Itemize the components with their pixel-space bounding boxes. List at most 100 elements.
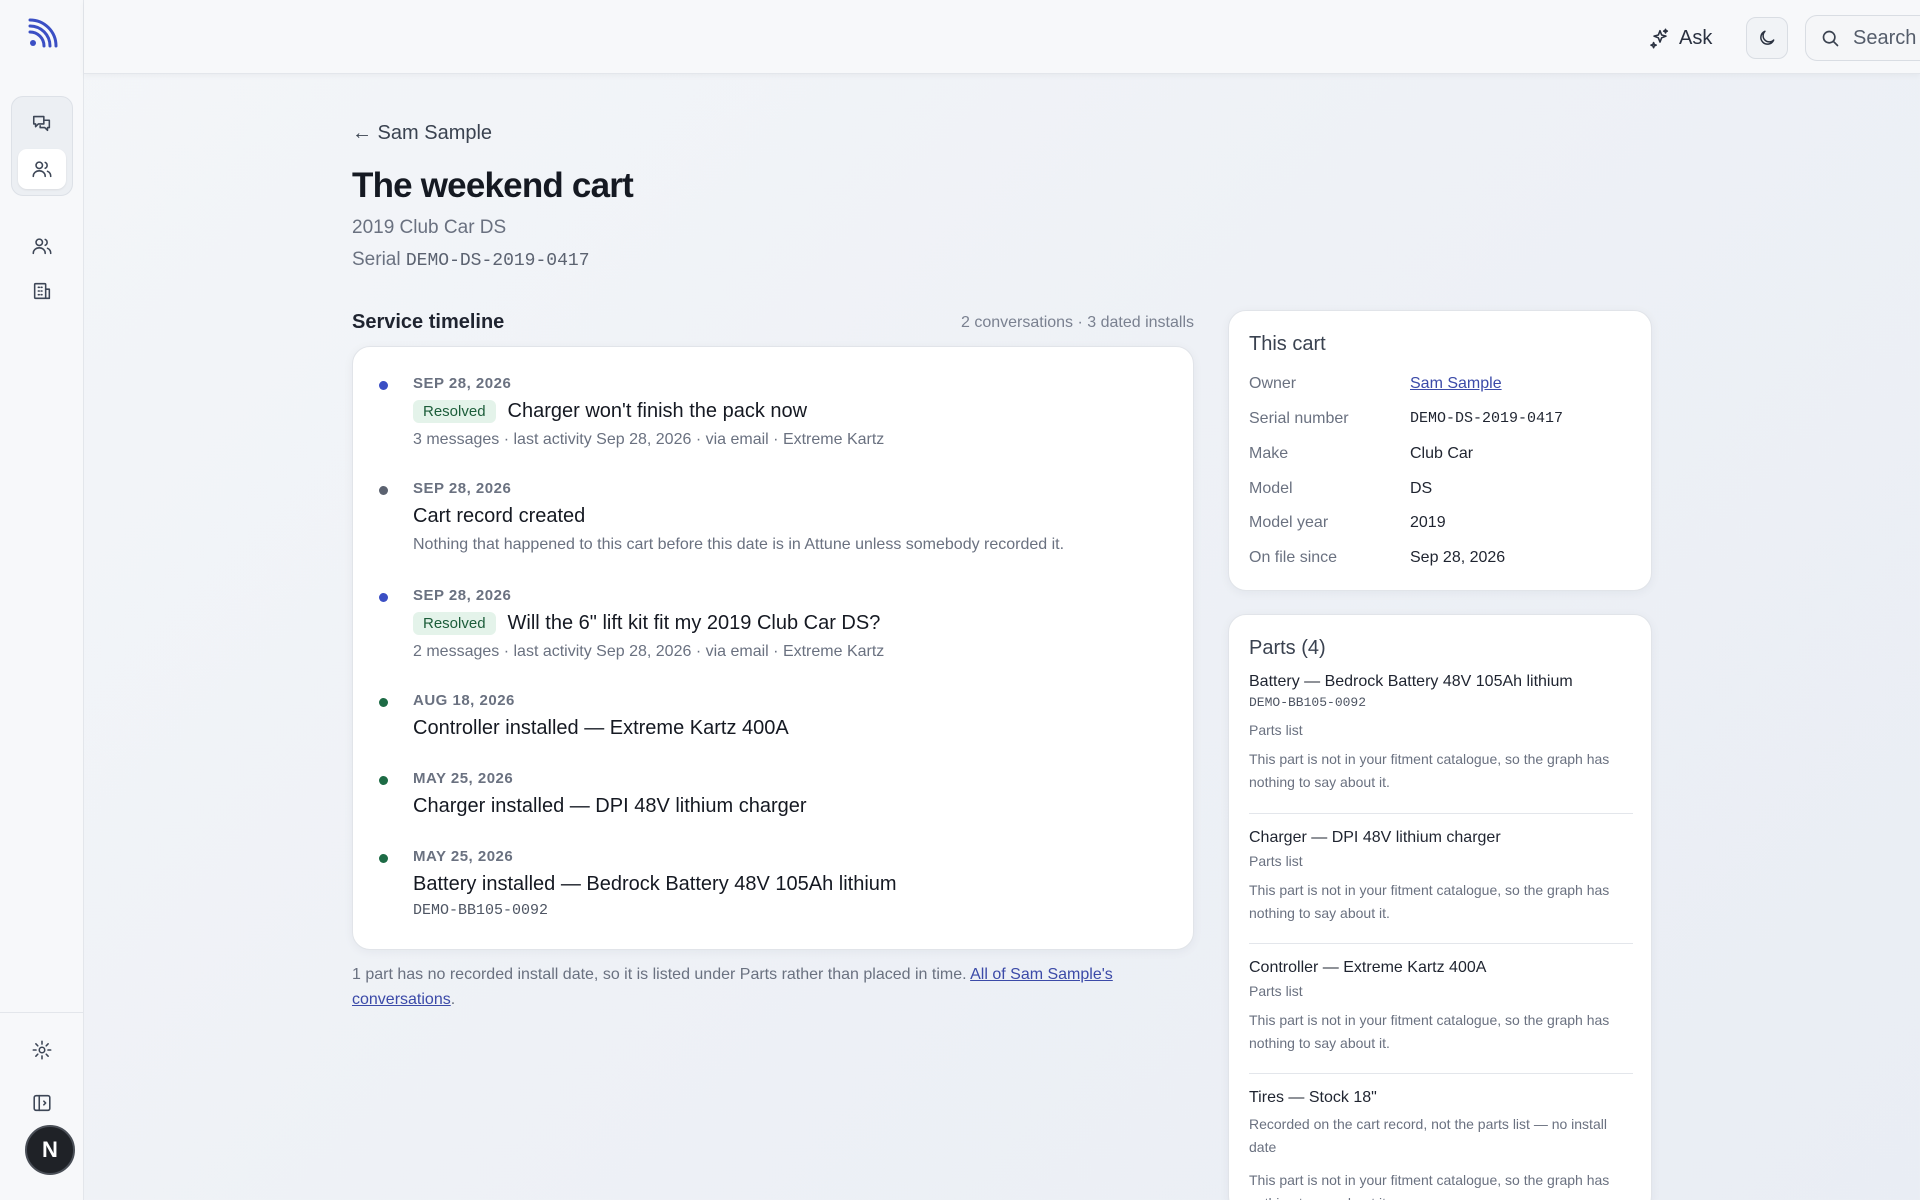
part-source: Parts list (1249, 853, 1303, 869)
timeline-item[interactable]: SEP 28, 2026 Resolved Charger won't fini… (379, 375, 1173, 449)
part-divider (1249, 813, 1633, 814)
topbar: Ask Search ⌘K (84, 0, 1920, 74)
detail-label: On file since (1249, 549, 1338, 566)
team-nav-button[interactable] (18, 226, 66, 266)
timeline-subtext: 2 messages · last activity Sep 28, 2026 … (413, 643, 885, 660)
timeline-meta: 2 conversations · 3 dated installs (960, 314, 1194, 331)
timeline-dot (379, 593, 388, 602)
timeline-subtext: Nothing that happened to this cart befor… (413, 536, 1065, 553)
sidebar: N (0, 0, 84, 1200)
part-serial: DEMO-BB105-0092 (1249, 695, 1367, 710)
part-item: Controller — Extreme Kartz 400A Parts li… (1249, 959, 1633, 1055)
status-badge: Resolved (413, 612, 496, 635)
users-icon (32, 238, 52, 255)
detail-value: 2019 (1410, 514, 1446, 531)
part-source: Parts list (1249, 722, 1303, 738)
part-name: Charger — DPI 48V lithium charger (1249, 829, 1501, 846)
footnote: 1 part has no recorded install date, so … (352, 962, 1192, 1012)
sparkles-icon (1650, 28, 1669, 49)
timeline-date: MAY 25, 2026 (413, 848, 514, 865)
part-divider (1249, 1073, 1633, 1074)
detail-label: Model (1249, 480, 1293, 497)
timeline-title-text: Charger installed — DPI 48V lithium char… (413, 795, 807, 817)
timeline-date: AUG 18, 2026 (413, 692, 515, 709)
cart-card-title: This cart (1249, 333, 1326, 355)
timeline-item: SEP 28, 2026 Cart record created Nothing… (379, 480, 1173, 554)
parts-card: Parts (4) Battery — Bedrock Battery 48V … (1228, 614, 1652, 1200)
detail-value: Sep 28, 2026 (1410, 549, 1506, 566)
serial-line: Serial DEMO-DS-2019-0417 (352, 249, 590, 271)
timeline-item: MAY 25, 2026 Battery installed — Bedrock… (379, 848, 1173, 919)
page-title: The weekend cart (352, 166, 634, 205)
detail-label: Make (1249, 445, 1289, 462)
detail-label: Model year (1249, 514, 1329, 531)
search-icon (1822, 30, 1839, 46)
ask-label: Ask (1679, 26, 1713, 49)
organization-nav-button[interactable] (18, 271, 66, 311)
detail-value: DS (1410, 480, 1433, 497)
sidebar-toggle-icon (33, 1094, 51, 1112)
conversations-nav-button[interactable] (18, 103, 66, 143)
timeline-date: SEP 28, 2026 (413, 375, 512, 392)
building-icon (33, 282, 51, 300)
cart-details-card: This cart Owner Sam Sample Serial number… (1228, 310, 1652, 591)
nav-group (11, 96, 73, 196)
customers-nav-button[interactable] (18, 149, 66, 189)
part-divider (1249, 943, 1633, 944)
timeline-item: MAY 25, 2026 Charger installed — DPI 48V… (379, 770, 1173, 818)
detail-value: Club Car (1410, 445, 1474, 462)
timeline-date: MAY 25, 2026 (413, 770, 514, 787)
page-subtitle: 2019 Club Car DS (352, 217, 507, 238)
theme-toggle-button[interactable] (1746, 17, 1788, 59)
timeline-item: AUG 18, 2026 Controller installed — Extr… (379, 692, 1173, 740)
part-name: Controller — Extreme Kartz 400A (1249, 959, 1487, 976)
settings-button[interactable] (18, 1030, 66, 1070)
part-name: Battery — Bedrock Battery 48V 105Ah lith… (1249, 673, 1573, 690)
timeline-title-text[interactable]: Charger won't finish the pack now (508, 400, 808, 423)
parts-card-title: Parts (4) (1249, 637, 1326, 659)
part-note: This part is not in your fitment catalog… (1249, 1012, 1610, 1051)
timeline-dot (379, 854, 388, 863)
avatar[interactable]: N (25, 1125, 75, 1175)
timeline-card: SEP 28, 2026 Resolved Charger won't fini… (352, 346, 1194, 950)
timeline-title-text: Controller installed — Extreme Kartz 400… (413, 717, 789, 739)
chat-bubbles-icon (32, 115, 51, 132)
timeline-dot (379, 776, 388, 785)
timeline-date: SEP 28, 2026 (413, 480, 512, 497)
footnote-end: . (450, 991, 456, 1008)
part-item: Tires — Stock 18" Recorded on the cart r… (1249, 1089, 1633, 1200)
owner-link[interactable]: Sam Sample (1410, 375, 1502, 393)
timeline-title-text[interactable]: Will the 6" lift kit fit my 2019 Club Ca… (508, 612, 881, 635)
part-note: This part is not in your fitment catalog… (1249, 1172, 1610, 1200)
detail-label: Owner (1249, 375, 1297, 392)
serial-value: DEMO-DS-2019-0417 (405, 251, 590, 271)
detail-value: DEMO-DS-2019-0417 (1410, 410, 1564, 427)
part-item: Battery — Bedrock Battery 48V 105Ah lith… (1249, 673, 1633, 794)
serial-prefix: Serial (352, 249, 401, 270)
collapse-sidebar-button[interactable] (18, 1083, 66, 1123)
ask-button[interactable]: Ask (1649, 20, 1712, 56)
part-note: This part is not in your fitment catalog… (1249, 751, 1610, 790)
timeline-title-text: Battery installed — Bedrock Battery 48V … (413, 873, 897, 895)
part-item: Charger — DPI 48V lithium charger Parts … (1249, 829, 1633, 925)
timeline-item[interactable]: SEP 28, 2026 Resolved Will the 6" lift k… (379, 587, 1173, 661)
timeline-subtext: 3 messages · last activity Sep 28, 2026 … (413, 431, 885, 448)
part-source: Recorded on the cart record, not the par… (1249, 1116, 1607, 1155)
back-link[interactable]: ← Sam Sample (352, 122, 492, 145)
status-badge: Resolved (413, 400, 496, 423)
timeline-serial: DEMO-BB105-0092 (413, 902, 549, 919)
timeline-title: Service timeline (352, 311, 505, 333)
part-source: Parts list (1249, 983, 1303, 999)
logo-icon[interactable] (26, 18, 58, 50)
timeline-dot (379, 381, 388, 390)
part-name: Tires — Stock 18" (1249, 1089, 1377, 1106)
timeline-title-text: Cart record created (413, 505, 586, 527)
sidebar-divider (0, 1012, 84, 1013)
search-button[interactable]: Search ⌘K (1805, 15, 1920, 61)
gear-icon (32, 1040, 52, 1060)
part-note: This part is not in your fitment catalog… (1249, 882, 1610, 921)
detail-label: Serial number (1249, 410, 1349, 427)
timeline-dot (379, 486, 388, 495)
moon-icon (1760, 30, 1775, 45)
search-label: Search (1853, 26, 1917, 49)
